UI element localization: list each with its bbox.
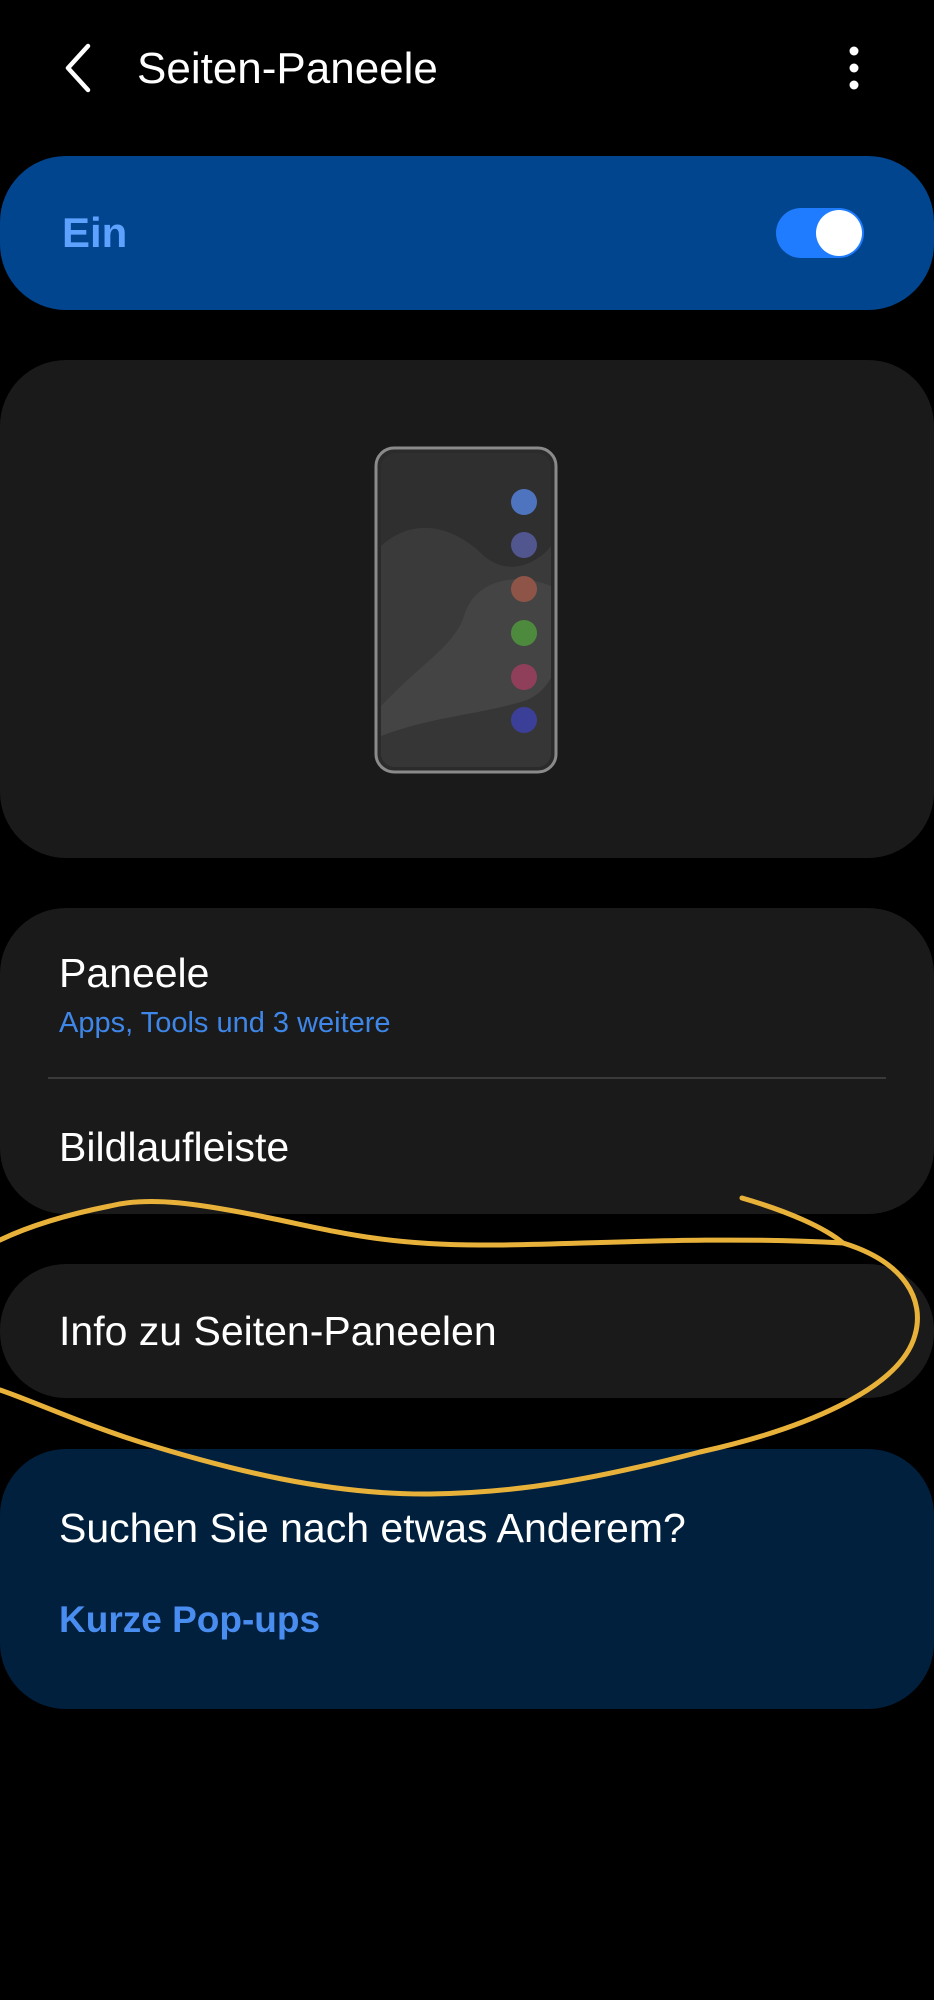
back-arrow-icon [65,43,91,93]
phone-edge-panel-illustration [374,446,558,774]
info-about-edge-panels[interactable]: Info zu Seiten-Paneelen [0,1264,934,1398]
panels-setting[interactable]: Paneele Apps, Tools und 3 weitere [0,908,934,1078]
panel-dot-icon [511,664,537,690]
page-title: Seiten-Paneele [137,44,438,93]
more-options-button[interactable] [832,38,876,98]
panel-dot-icon [511,576,537,602]
master-switch-label: Ein [62,209,128,256]
app-bar: Seiten-Paneele [0,0,934,140]
panels-subtitle: Apps, Tools und 3 weitere [59,1007,391,1039]
settings-group: Paneele Apps, Tools und 3 weitere Bildla… [0,908,934,1214]
master-switch-bar[interactable]: Ein [0,156,934,310]
back-button[interactable] [48,36,108,100]
more-vertical-icon [849,46,859,90]
toggle-knob [816,210,862,256]
illustration-card [0,360,934,858]
info-title: Info zu Seiten-Paneelen [59,1308,497,1354]
scroll-bar-setting[interactable]: Bildlaufleiste [0,1079,934,1214]
panel-dot-icon [511,489,537,515]
panel-dot-icon [511,620,537,646]
panel-dot-icon [511,707,537,733]
panels-title: Paneele [59,950,210,996]
panel-dot-icon [511,532,537,558]
suggestion-heading: Suchen Sie nach etwas Anderem? [59,1505,686,1551]
short-popups-link[interactable]: Kurze Pop-ups [59,1597,320,1643]
suggestion-card: Suchen Sie nach etwas Anderem? Kurze Pop… [0,1449,934,1709]
master-toggle-switch[interactable] [776,208,864,258]
scroll-bar-title: Bildlaufleiste [59,1124,290,1170]
